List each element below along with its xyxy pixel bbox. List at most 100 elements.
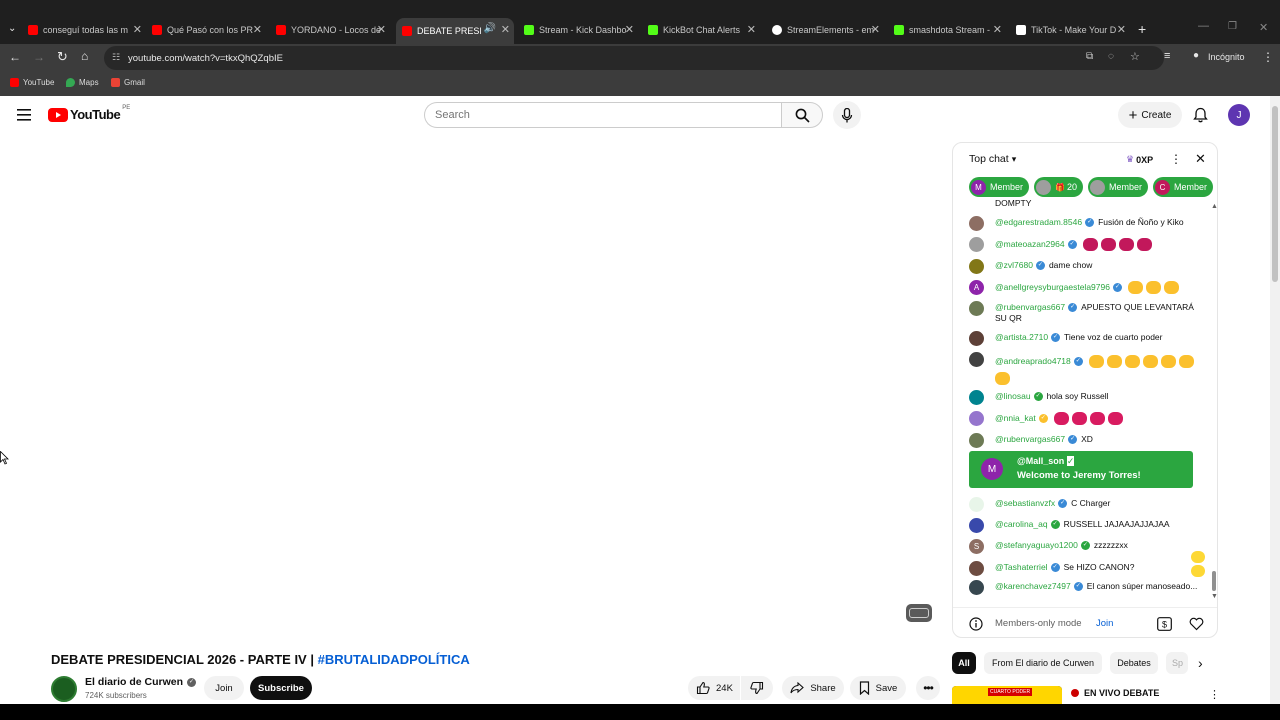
bookmark-maps[interactable]: Maps xyxy=(66,78,99,87)
chat-avatar[interactable] xyxy=(969,301,984,316)
hashtag-link[interactable]: #BRUTALIDADPOLÍTICA xyxy=(318,652,470,667)
filter-chip-all[interactable]: All xyxy=(952,652,976,674)
chat-author[interactable]: @rubenvargas667 xyxy=(995,434,1065,444)
chat-avatar[interactable]: A xyxy=(969,280,984,295)
member-chip[interactable]: M Member xyxy=(969,177,1030,197)
page-scrollbar-thumb[interactable] xyxy=(1272,106,1278,282)
chat-author[interactable]: @nnia_kat xyxy=(995,413,1036,423)
chevron-right-icon[interactable]: › xyxy=(1198,655,1203,671)
super-chat-dollar-icon[interactable]: $ xyxy=(1157,617,1172,631)
chat-avatar[interactable] xyxy=(969,518,984,533)
hamburger-menu-icon[interactable] xyxy=(17,109,31,121)
browser-tab[interactable]: smashdota Stream - ✕ xyxy=(894,18,1002,42)
chat-scrollbar[interactable]: ▲ ▼ xyxy=(1211,203,1217,600)
chat-avatar[interactable] xyxy=(969,331,984,346)
browser-tab-active[interactable]: DEBATE PRESIDE 🔊 ✕ xyxy=(396,18,514,44)
channel-name[interactable]: El diario de Curwen xyxy=(85,676,183,688)
bookmark-youtube[interactable]: YouTube xyxy=(10,78,54,87)
bookmark-star-icon[interactable]: ☆ xyxy=(1130,50,1140,63)
chat-author[interactable]: @linosau xyxy=(995,391,1031,401)
minimize-window-icon[interactable]: — xyxy=(1198,20,1209,32)
chat-author[interactable]: @edgarestradam.8546 xyxy=(995,217,1082,227)
incognito-label[interactable]: Incógnito xyxy=(1208,52,1245,62)
chat-author[interactable]: @mateoazan2964 xyxy=(995,239,1065,249)
chat-avatar[interactable] xyxy=(969,580,984,595)
browser-tab[interactable]: conseguí todas las m ✕ xyxy=(28,18,142,42)
chat-avatar[interactable] xyxy=(969,216,984,231)
join-button[interactable]: Join xyxy=(204,676,244,700)
chat-author[interactable]: @anellgreysyburgaestela9796 xyxy=(995,282,1110,292)
tab-close-icon[interactable]: ✕ xyxy=(625,23,634,36)
translate-icon[interactable]: ⧉ xyxy=(1086,51,1093,62)
channel-watermark-icon[interactable] xyxy=(906,604,932,622)
site-info-icon[interactable]: ☷ xyxy=(112,52,120,63)
chat-avatar[interactable] xyxy=(969,411,984,426)
member-chip[interactable]: 🎁 20 xyxy=(1034,177,1083,197)
browser-tab[interactable]: Stream - Kick Dashbo ✕ xyxy=(524,18,634,42)
chat-avatar[interactable] xyxy=(969,259,984,274)
browser-tab[interactable]: TikTok - Make Your D ✕ xyxy=(1016,18,1126,42)
related-video-title[interactable]: EN VIVO DEBATE xyxy=(1084,688,1159,698)
tab-close-icon[interactable]: ✕ xyxy=(747,23,756,36)
chat-avatar[interactable] xyxy=(969,352,984,367)
chat-join-link[interactable]: Join xyxy=(1096,618,1113,629)
tab-close-icon[interactable]: ✕ xyxy=(133,23,142,36)
tab-close-icon[interactable]: ✕ xyxy=(1117,23,1126,36)
browser-tab[interactable]: StreamElements - em ✕ xyxy=(772,18,880,42)
video-player[interactable] xyxy=(0,140,940,640)
browser-tab[interactable]: KickBot Chat Alerts ✕ xyxy=(648,18,756,42)
url-text[interactable]: youtube.com/watch?v=tkxQhQZqbIE xyxy=(128,53,283,64)
tab-search-chevron-icon[interactable]: ⌄ xyxy=(8,23,16,34)
tab-close-icon[interactable]: ✕ xyxy=(501,23,510,36)
reload-icon[interactable]: ↻ xyxy=(57,49,68,65)
eye-slash-icon[interactable]: ◌ xyxy=(1108,51,1114,62)
address-bar[interactable]: ☷ youtube.com/watch?v=tkxQhQZqbIE ⧉ ◌ ☆ xyxy=(104,46,1164,70)
chat-avatar[interactable] xyxy=(969,561,984,576)
chat-author[interactable]: @stefanyaguayo1200 xyxy=(995,540,1078,550)
tab-close-icon[interactable]: ✕ xyxy=(993,23,1002,36)
welcome-author[interactable]: @Mall_son xyxy=(1017,456,1064,466)
chat-author[interactable]: @rubenvargas667 xyxy=(995,302,1065,312)
like-button[interactable]: 24K xyxy=(688,676,740,700)
close-chat-icon[interactable]: ✕ xyxy=(1195,151,1206,167)
welcome-membership-banner[interactable]: M @Mall_son ✓ Welcome to Jeremy Torres! xyxy=(969,451,1193,488)
subscribe-button[interactable]: Subscribe xyxy=(250,676,312,700)
audio-playing-icon[interactable]: 🔊 xyxy=(484,23,496,34)
chat-author[interactable]: @karenchavez7497 xyxy=(995,581,1071,591)
chat-author[interactable]: @sebastianvzfx xyxy=(995,498,1055,508)
channel-avatar[interactable] xyxy=(51,676,77,702)
bookmark-gmail[interactable]: Gmail xyxy=(111,78,145,87)
chat-more-options-icon[interactable]: ⋮ xyxy=(1170,152,1182,166)
tab-close-icon[interactable]: ✕ xyxy=(871,23,880,36)
chat-author[interactable]: @carolina_aq xyxy=(995,519,1048,529)
welcome-avatar[interactable]: M xyxy=(981,458,1003,480)
scroll-down-arrow-icon[interactable]: ▼ xyxy=(1211,593,1217,600)
dislike-button[interactable] xyxy=(741,676,773,700)
heart-reaction-icon[interactable] xyxy=(1189,617,1204,631)
youtube-logo[interactable]: YouTube PE xyxy=(48,105,130,122)
chat-author[interactable]: @Tashaterriel xyxy=(995,562,1048,572)
more-actions-button[interactable]: ••• xyxy=(916,676,940,700)
chat-author[interactable]: @zvl7680 xyxy=(995,260,1033,270)
chat-scrollbar-thumb[interactable] xyxy=(1212,571,1216,591)
chat-avatar[interactable] xyxy=(969,390,984,405)
share-button[interactable]: Share xyxy=(782,676,844,700)
xp-indicator[interactable]: ♛ 0XP xyxy=(1126,154,1153,165)
member-chip[interactable]: C Member xyxy=(1153,177,1214,197)
search-input[interactable]: Search xyxy=(424,102,782,128)
chat-author[interactable]: @artista.2710 xyxy=(995,332,1048,342)
save-button[interactable]: Save xyxy=(850,676,906,700)
restore-window-icon[interactable]: ❐ xyxy=(1228,21,1237,32)
filter-chip-debates[interactable]: Debates xyxy=(1110,652,1158,674)
browser-tab[interactable]: Qué Pasó con los PR ✕ xyxy=(152,18,262,42)
filter-chip-channel[interactable]: From El diario de Curwen xyxy=(984,652,1102,674)
back-arrow-icon[interactable]: ← xyxy=(9,50,21,64)
browser-menu-icon[interactable]: ⋮ xyxy=(1262,50,1274,64)
chat-author[interactable]: @andreaprado4718 xyxy=(995,356,1071,366)
new-tab-plus-icon[interactable]: + xyxy=(1138,21,1146,37)
chat-mode-dropdown[interactable]: Top chat ▾ xyxy=(969,153,1016,165)
member-chip[interactable]: Member xyxy=(1088,177,1149,197)
tab-close-icon[interactable]: ✕ xyxy=(253,23,262,36)
create-button[interactable]: + Create xyxy=(1118,102,1182,128)
search-button[interactable] xyxy=(781,102,823,128)
